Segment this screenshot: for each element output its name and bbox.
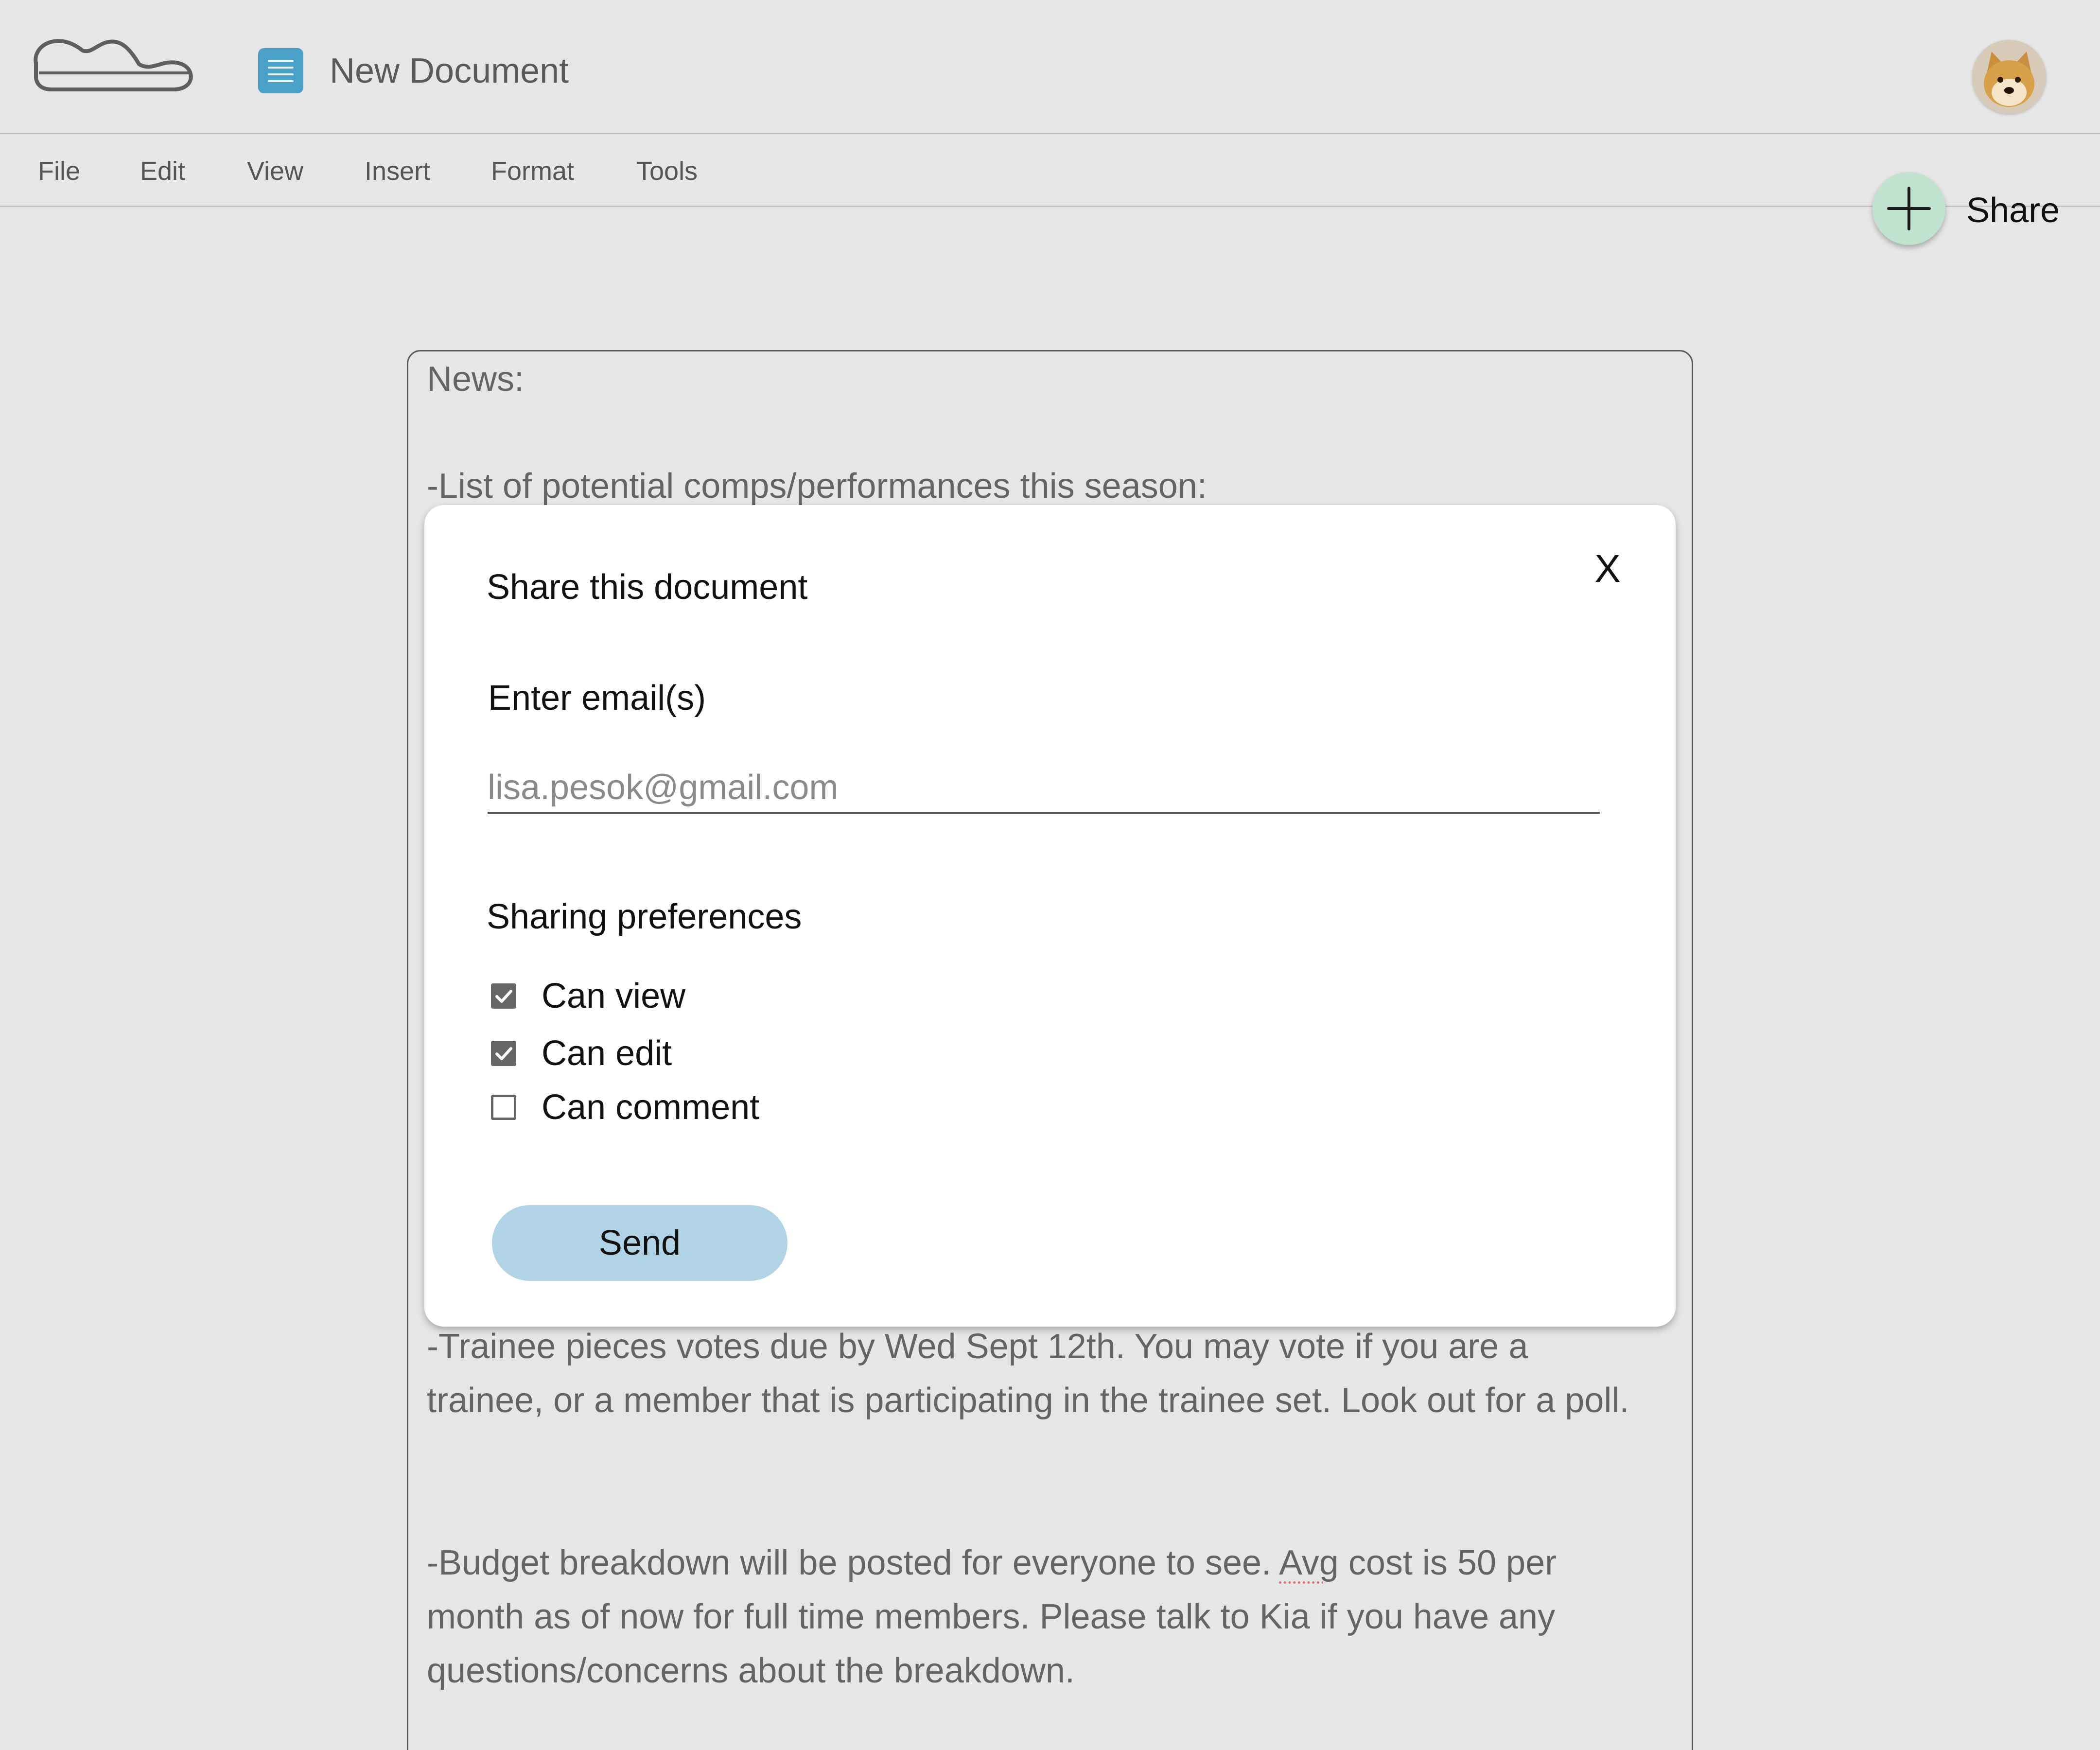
pref-label: Can comment [542,1088,760,1127]
menu-tools[interactable]: Tools [636,152,698,191]
app-window: New Document File Edit View Insert Forma… [0,0,2100,1750]
menu-edit[interactable]: Edit [140,152,185,191]
send-button[interactable]: Send [492,1205,788,1281]
pref-label: Can view [542,977,686,1015]
pref-label: Can edit [542,1034,672,1073]
share-label[interactable]: Share [1966,189,2060,232]
checkbox-can-edit[interactable] [491,1041,516,1066]
menu-format[interactable]: Format [491,152,574,191]
dialog-title: Share this document [487,568,808,607]
menu-insert[interactable]: Insert [365,152,430,191]
share-button[interactable] [1872,172,1945,245]
menu-bar: File Edit View Insert Format Tools [0,134,2100,207]
email-input[interactable] [488,763,1600,814]
spelling-flagged-word[interactable]: Avg [1279,1543,1339,1582]
document-icon[interactable] [258,48,303,93]
checkbox-can-view[interactable] [491,983,516,1009]
document-paragraph[interactable]: -Budget breakdown will be posted for eve… [427,1536,1652,1698]
menu-view[interactable]: View [247,152,303,191]
cloud-icon[interactable] [32,29,197,97]
user-avatar[interactable] [1972,40,2046,114]
sharing-preferences-label: Sharing preferences [487,897,802,936]
menu-file[interactable]: File [38,152,80,191]
checkmark-icon [495,990,512,1003]
dog-avatar-icon [1972,40,2046,114]
checkmark-icon [495,1047,512,1060]
checkbox-can-comment[interactable] [491,1095,516,1120]
document-paragraph[interactable]: -Trainee pieces votes due by Wed Sept 12… [427,1320,1652,1428]
top-header: New Document [0,0,2100,134]
email-field-label: Enter email(s) [488,679,706,718]
paragraph-text: -Budget breakdown will be posted for eve… [427,1543,1279,1582]
document-heading[interactable]: News: [427,352,1652,406]
close-button[interactable]: X [1591,544,1625,593]
document-title[interactable]: New Document [330,47,569,95]
